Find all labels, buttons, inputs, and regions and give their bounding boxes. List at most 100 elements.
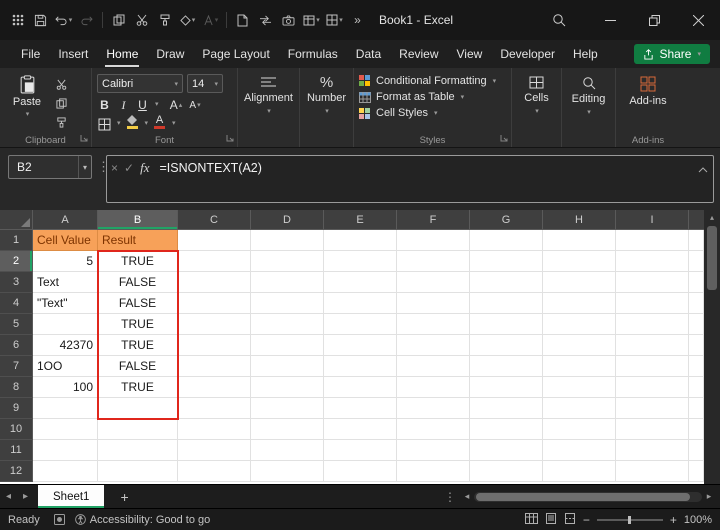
cell-I8[interactable] bbox=[616, 377, 689, 398]
cell-E3[interactable] bbox=[324, 272, 397, 293]
cell-F12[interactable] bbox=[397, 461, 470, 482]
zoom-slider-thumb[interactable] bbox=[627, 515, 631, 524]
horizontal-scrollbar[interactable]: ◂ ▸ bbox=[460, 491, 716, 502]
cell-C6[interactable] bbox=[178, 335, 251, 356]
col-header-E[interactable]: E bbox=[324, 210, 397, 230]
tab-formulas[interactable]: Formulas bbox=[279, 41, 347, 67]
cell-A3[interactable]: Text bbox=[33, 272, 98, 293]
cell-H12[interactable] bbox=[543, 461, 616, 482]
cell-I5[interactable] bbox=[616, 314, 689, 335]
cell-E1[interactable] bbox=[324, 230, 397, 251]
cell-B9[interactable] bbox=[98, 398, 178, 419]
row-header-10[interactable]: 10 bbox=[0, 419, 33, 440]
styles-dialog-launcher-icon[interactable] bbox=[500, 133, 508, 145]
save-icon[interactable] bbox=[29, 7, 52, 33]
cut-icon[interactable] bbox=[52, 78, 70, 91]
cell-B10[interactable] bbox=[98, 419, 178, 440]
cell-B4[interactable]: FALSE bbox=[98, 293, 178, 314]
cell-A12[interactable] bbox=[33, 461, 98, 482]
cell-F11[interactable] bbox=[397, 440, 470, 461]
cell-F7[interactable] bbox=[397, 356, 470, 377]
cell-D11[interactable] bbox=[251, 440, 324, 461]
cell-G4[interactable] bbox=[470, 293, 543, 314]
col-header-H[interactable]: H bbox=[543, 210, 616, 230]
cell-I1[interactable] bbox=[616, 230, 689, 251]
cell-F2[interactable] bbox=[397, 251, 470, 272]
row-header-12[interactable]: 12 bbox=[0, 461, 33, 482]
vertical-scrollbar[interactable]: ▴ bbox=[704, 210, 720, 484]
cell-F6[interactable] bbox=[397, 335, 470, 356]
cut-icon[interactable] bbox=[130, 7, 153, 33]
macro-record-icon[interactable] bbox=[53, 514, 65, 525]
cell-C7[interactable] bbox=[178, 356, 251, 377]
tab-help[interactable]: Help bbox=[564, 41, 607, 67]
cell-B7[interactable]: FALSE bbox=[98, 356, 178, 377]
cell-A8[interactable]: 100 bbox=[33, 377, 98, 398]
tab-page-layout[interactable]: Page Layout bbox=[193, 41, 278, 67]
scroll-right-icon[interactable]: ▸ bbox=[702, 491, 716, 502]
formula-text[interactable]: =ISNONTEXT(A2) bbox=[151, 156, 713, 180]
collapse-formula-bar-icon[interactable] bbox=[698, 160, 708, 178]
minimize-button[interactable] bbox=[588, 0, 632, 40]
select-all-button[interactable] bbox=[0, 210, 33, 230]
table-icon[interactable]: ▾ bbox=[300, 7, 323, 33]
tab-options-icon[interactable]: ⋮ bbox=[440, 490, 460, 504]
cell-D6[interactable] bbox=[251, 335, 324, 356]
row-header-5[interactable]: 5 bbox=[0, 314, 33, 335]
font-color-button[interactable]: A bbox=[152, 115, 167, 131]
cell-D7[interactable] bbox=[251, 356, 324, 377]
increase-font-button[interactable]: A ▴ bbox=[169, 96, 184, 112]
cell-G11[interactable] bbox=[470, 440, 543, 461]
cell-G12[interactable] bbox=[470, 461, 543, 482]
col-header-B[interactable]: B bbox=[98, 210, 178, 230]
cell-H11[interactable] bbox=[543, 440, 616, 461]
cell-C12[interactable] bbox=[178, 461, 251, 482]
cell-G1[interactable] bbox=[470, 230, 543, 251]
zoom-slider[interactable] bbox=[596, 515, 663, 524]
cell-H1[interactable] bbox=[543, 230, 616, 251]
cell-F10[interactable] bbox=[397, 419, 470, 440]
cell-F5[interactable] bbox=[397, 314, 470, 335]
row-header-9[interactable]: 9 bbox=[0, 398, 33, 419]
cell-B1[interactable]: Result bbox=[98, 230, 178, 251]
cell-C3[interactable] bbox=[178, 272, 251, 293]
sheet-tab-sheet1[interactable]: Sheet1 bbox=[38, 485, 105, 508]
tab-file[interactable]: File bbox=[12, 41, 49, 67]
cell-C11[interactable] bbox=[178, 440, 251, 461]
cell-G3[interactable] bbox=[470, 272, 543, 293]
tab-data[interactable]: Data bbox=[347, 41, 390, 67]
borders-button[interactable] bbox=[97, 115, 112, 131]
cell-A4[interactable]: "Text" bbox=[33, 293, 98, 314]
cell-B3[interactable]: FALSE bbox=[98, 272, 178, 293]
toolbar-overflow-icon[interactable]: » bbox=[346, 7, 369, 33]
cell-G5[interactable] bbox=[470, 314, 543, 335]
copy-icon[interactable] bbox=[107, 7, 130, 33]
cell-A9[interactable] bbox=[33, 398, 98, 419]
cell-D10[interactable] bbox=[251, 419, 324, 440]
cell-B5[interactable]: TRUE bbox=[98, 314, 178, 335]
clipboard-dialog-launcher-icon[interactable] bbox=[80, 133, 88, 145]
col-header-D[interactable]: D bbox=[251, 210, 324, 230]
cell-F1[interactable] bbox=[397, 230, 470, 251]
number-button[interactable]: % Number ▾ bbox=[305, 72, 348, 115]
normal-view-icon[interactable] bbox=[524, 512, 538, 527]
share-button[interactable]: Share ▾ bbox=[634, 44, 710, 64]
col-header-I[interactable]: I bbox=[616, 210, 689, 230]
scroll-left-icon[interactable]: ◂ bbox=[460, 491, 474, 502]
cell-I2[interactable] bbox=[616, 251, 689, 272]
zoom-in-icon[interactable]: + bbox=[670, 513, 677, 527]
insert-function-icon[interactable]: fx bbox=[140, 160, 149, 176]
cell-H6[interactable] bbox=[543, 335, 616, 356]
cell-F9[interactable] bbox=[397, 398, 470, 419]
cell-E5[interactable] bbox=[324, 314, 397, 335]
undo-icon[interactable]: ▾ bbox=[52, 7, 75, 33]
zoom-out-icon[interactable]: − bbox=[583, 513, 590, 527]
row-header-7[interactable]: 7 bbox=[0, 356, 33, 377]
cell-B8[interactable]: TRUE bbox=[98, 377, 178, 398]
row-header-2[interactable]: 2 bbox=[0, 251, 33, 272]
cell-D5[interactable] bbox=[251, 314, 324, 335]
cell-E10[interactable] bbox=[324, 419, 397, 440]
col-header-C[interactable]: C bbox=[178, 210, 251, 230]
fill-color-icon[interactable]: ▾ bbox=[176, 7, 199, 33]
cell-G2[interactable] bbox=[470, 251, 543, 272]
